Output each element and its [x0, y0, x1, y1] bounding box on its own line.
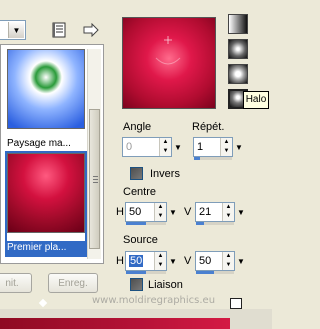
- save-button[interactable]: Enreg.: [48, 273, 98, 293]
- link-label[interactable]: Liaison: [148, 279, 183, 291]
- gradient-list[interactable]: Paysage ma... Premier pla...: [0, 44, 104, 264]
- link-checkbox[interactable]: [130, 278, 143, 291]
- center-h-label: H: [116, 206, 124, 218]
- source-h-label: H: [116, 255, 124, 267]
- paysage-gradient-preview: [8, 50, 84, 128]
- center-label: Centre: [123, 186, 157, 198]
- gradient-thumbnail-paysage[interactable]: [7, 49, 85, 129]
- source-label: Source: [123, 234, 158, 246]
- source-v-label: V: [184, 255, 192, 267]
- center-v-dropdown-icon[interactable]: ▼: [235, 202, 247, 222]
- center-v-label: V: [184, 206, 192, 218]
- gradient-preview[interactable]: [122, 17, 216, 109]
- scrollbar-thumb[interactable]: [89, 109, 100, 249]
- import-button[interactable]: nit.: [0, 273, 32, 293]
- source-h-spinbox[interactable]: 50 ▲ ▼: [125, 251, 167, 274]
- watermark: www.moldiregraphics.eu: [92, 295, 216, 306]
- thumbnail-label-selected: Premier pla...: [5, 241, 87, 255]
- source-v-spinbox[interactable]: 50 ▲ ▼: [195, 251, 235, 274]
- source-v-value: 50: [199, 255, 212, 267]
- gradient-preview-image: [123, 18, 215, 108]
- spin-arrows-icon[interactable]: ▲ ▼: [220, 138, 232, 156]
- center-v-spinbox[interactable]: 21 ▲ ▼: [195, 202, 235, 225]
- source-h-dropdown-icon[interactable]: ▼: [167, 251, 179, 271]
- arrow-right-icon: [83, 23, 99, 37]
- cursor-icon: [230, 298, 242, 309]
- repeat-value: 1: [197, 141, 204, 153]
- spin-arrows-icon[interactable]: ▲ ▼: [154, 252, 166, 270]
- linear-style-button[interactable]: [228, 14, 248, 34]
- invert-checkbox[interactable]: [130, 167, 143, 180]
- angle-label: Angle: [123, 121, 152, 133]
- gradient-category-dropdown[interactable]: ▼: [0, 20, 26, 40]
- thumbnail-label: Paysage ma...: [7, 138, 71, 149]
- angle-spinbox[interactable]: 0 ▲ ▼: [122, 137, 172, 157]
- angle-value: 0: [126, 141, 133, 153]
- edit-gradient-button[interactable]: [48, 19, 70, 41]
- center-h-dropdown-icon[interactable]: ▼: [167, 202, 179, 222]
- center-h-value: 50: [129, 206, 142, 218]
- angle-dropdown-icon[interactable]: ▼: [172, 137, 184, 157]
- repeat-spinbox[interactable]: 1 ▲ ▼: [193, 137, 233, 160]
- repeat-label: Répét.: [192, 121, 225, 133]
- sunburst-style-button[interactable]: [228, 64, 248, 84]
- apply-arrow-button[interactable]: [80, 19, 102, 41]
- spin-arrows-icon[interactable]: ▲ ▼: [222, 252, 234, 270]
- source-v-dropdown-icon[interactable]: ▼: [235, 251, 247, 271]
- background-color-bar: [0, 318, 230, 329]
- slider-marker-icon[interactable]: [38, 298, 48, 308]
- premier-plan-gradient-preview: [8, 154, 84, 232]
- notebook-icon: [52, 22, 66, 38]
- list-scrollbar[interactable]: [87, 49, 101, 259]
- gradient-thumbnail-premier-plan[interactable]: [7, 153, 85, 233]
- chevron-down-icon[interactable]: ▼: [8, 22, 24, 38]
- repeat-dropdown-icon[interactable]: ▼: [233, 137, 245, 157]
- spin-arrows-icon[interactable]: ▲ ▼: [159, 138, 171, 156]
- spin-arrows-icon[interactable]: ▲ ▼: [154, 203, 166, 221]
- center-h-spinbox[interactable]: 50 ▲ ▼: [125, 202, 167, 225]
- center-v-value: 21: [199, 206, 212, 218]
- invert-label[interactable]: Invers: [150, 168, 180, 180]
- style-tooltip: Halo: [243, 91, 269, 109]
- source-h-value: 50: [129, 255, 144, 267]
- rectangular-style-button[interactable]: [228, 39, 248, 59]
- spin-arrows-icon[interactable]: ▲ ▼: [222, 203, 234, 221]
